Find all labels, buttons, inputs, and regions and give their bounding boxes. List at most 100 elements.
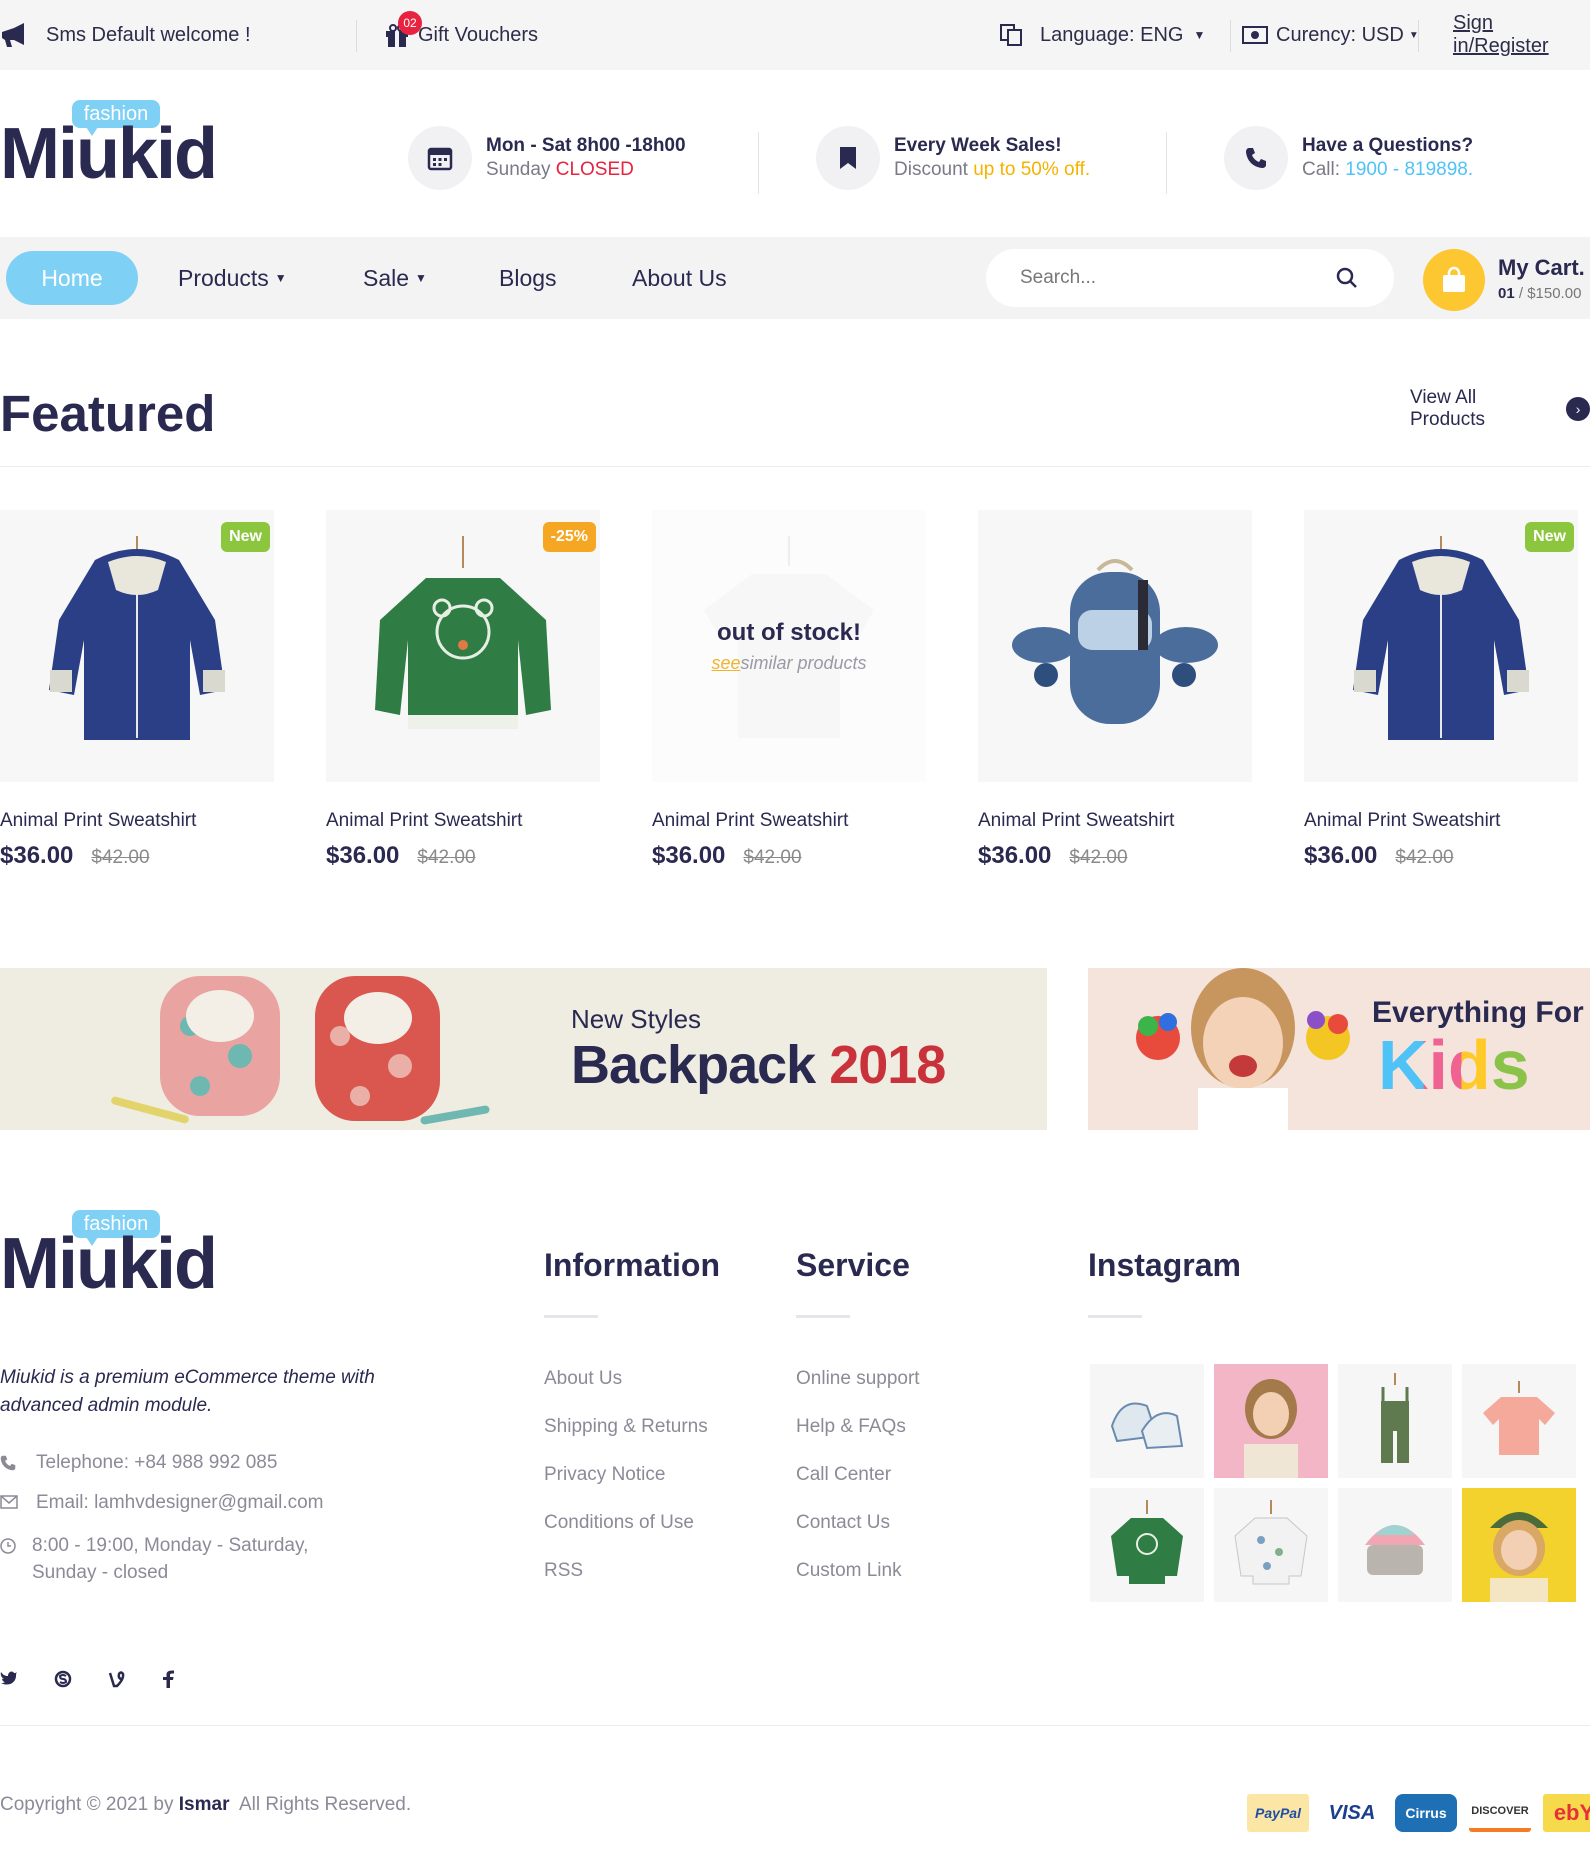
cart-button[interactable] xyxy=(1423,249,1485,311)
gift-vouchers-link[interactable]: 02 Gift Vouchers xyxy=(384,0,538,70)
product-old-price: $42.00 xyxy=(417,847,476,868)
product-image[interactable]: out of stock! seesimilar products xyxy=(652,510,926,782)
product-image[interactable]: New xyxy=(1304,510,1578,782)
welcome-message: Sms Default welcome ! xyxy=(0,0,251,70)
footer-email[interactable]: Email: lamhvdesigner@gmail.com xyxy=(0,1492,324,1514)
calendar-icon xyxy=(408,126,472,190)
instagram-photo[interactable] xyxy=(1214,1488,1328,1602)
twitter-icon[interactable] xyxy=(0,1670,20,1690)
footer-logo[interactable]: fashion Miukid xyxy=(0,1210,218,1305)
footer-link-online-support[interactable]: Online support xyxy=(796,1368,920,1416)
nav-sale[interactable]: Sale ▼ xyxy=(363,251,427,305)
discount-line: Discount up to 50% off. xyxy=(894,159,1091,180)
product-name[interactable]: Animal Print Sweatshirt xyxy=(652,810,926,832)
cirrus-logo: Cirrus xyxy=(1395,1794,1457,1832)
instagram-photo[interactable] xyxy=(1214,1364,1328,1478)
kids-banner-subtitle: Everything For xyxy=(1372,996,1584,1029)
product-price: $36.00 xyxy=(0,842,74,869)
instagram-photo[interactable] xyxy=(1462,1488,1576,1602)
divider xyxy=(758,132,759,194)
envelope-icon xyxy=(0,1495,20,1509)
product-old-price: $42.00 xyxy=(91,847,150,868)
nav-blogs[interactable]: Blogs xyxy=(499,251,557,305)
similar-products-link[interactable]: seesimilar products xyxy=(711,653,866,674)
product-name[interactable]: Animal Print Sweatshirt xyxy=(1304,810,1578,832)
contact-info: Have a Questions? Call: 1900 - 819898. xyxy=(1224,124,1473,192)
view-all-products-link[interactable]: View All Products › xyxy=(1410,387,1590,430)
product-card[interactable]: Animal Print Sweatshirt $36.00 $42.00 xyxy=(978,510,1252,870)
nav-about-us[interactable]: About Us xyxy=(632,251,727,305)
clock-icon xyxy=(0,1538,16,1554)
payment-methods: PayPal VISA Cirrus DISCOVER ebY xyxy=(1235,1794,1590,1832)
divider xyxy=(356,20,357,52)
footer-link-shipping[interactable]: Shipping & Returns xyxy=(544,1416,708,1464)
ebay-logo: ebY xyxy=(1543,1794,1590,1832)
product-card[interactable]: New Animal Print Sweatshirt $36.00 $42.0… xyxy=(1304,510,1578,870)
service-list: Online support Help & FAQs Call Center C… xyxy=(796,1368,920,1608)
phone-icon xyxy=(0,1455,20,1471)
footer-link-rss[interactable]: RSS xyxy=(544,1560,708,1608)
chevron-down-icon: ▼ xyxy=(1193,28,1206,42)
banner-subtitle: New Styles xyxy=(571,1004,702,1034)
out-of-stock-overlay: out of stock! seesimilar products xyxy=(652,510,926,782)
search-input[interactable]: Search... xyxy=(986,249,1394,307)
divider xyxy=(0,1725,1590,1726)
instagram-photo[interactable] xyxy=(1462,1364,1576,1478)
product-prices: $36.00 $42.00 xyxy=(652,842,926,870)
currency-selector[interactable]: Curency: USD ▼ xyxy=(1242,0,1419,70)
product-name[interactable]: Animal Print Sweatshirt xyxy=(0,810,274,832)
vine-icon[interactable] xyxy=(108,1670,128,1690)
site-logo[interactable]: fashion Miukid xyxy=(0,100,218,195)
product-image[interactable]: -25% xyxy=(326,510,600,782)
footer-link-call-center[interactable]: Call Center xyxy=(796,1464,920,1512)
sales-line: Every Week Sales! xyxy=(894,135,1062,156)
footer-description: Miukid is a premium eCommerce theme with… xyxy=(0,1367,375,1416)
skype-icon[interactable] xyxy=(54,1670,74,1690)
product-name[interactable]: Animal Print Sweatshirt xyxy=(326,810,600,832)
footer-link-custom[interactable]: Custom Link xyxy=(796,1560,920,1608)
search-icon[interactable] xyxy=(1336,267,1358,289)
translate-icon xyxy=(1000,24,1022,46)
closed-label: CLOSED xyxy=(555,159,634,180)
product-card[interactable]: -25% Animal Print Sweatshirt $36.00 $42.… xyxy=(326,510,600,870)
facebook-icon[interactable] xyxy=(162,1670,182,1690)
top-bar: Sms Default welcome ! 02 Gift Vouchers L… xyxy=(0,0,1590,70)
product-name[interactable]: Animal Print Sweatshirt xyxy=(978,810,1252,832)
gift-vouchers-label: Gift Vouchers xyxy=(418,23,539,46)
questions-line: Have a Questions? xyxy=(1302,135,1474,156)
phone-number[interactable]: 1900 - 819898. xyxy=(1345,159,1473,180)
instagram-photo[interactable] xyxy=(1090,1364,1204,1478)
footer-link-privacy[interactable]: Privacy Notice xyxy=(544,1464,708,1512)
nav-products[interactable]: Products ▼ xyxy=(178,251,287,305)
sign-in-register-link[interactable]: Sign in/Register xyxy=(1453,0,1590,70)
backpacks-image xyxy=(111,976,490,1125)
service-title: Service xyxy=(796,1247,910,1283)
copyright-brand[interactable]: Ismar xyxy=(179,1794,230,1815)
product-card[interactable]: out of stock! seesimilar products Animal… xyxy=(652,510,926,870)
product-prices: $36.00 $42.00 xyxy=(0,842,274,870)
instagram-photo[interactable] xyxy=(1338,1364,1452,1478)
call-line: Call: 1900 - 819898. xyxy=(1302,159,1474,180)
product-image[interactable] xyxy=(978,510,1252,782)
gift-count-badge: 02 xyxy=(398,11,422,35)
instagram-photo[interactable] xyxy=(1090,1488,1204,1602)
instagram-photo[interactable] xyxy=(1338,1488,1452,1602)
product-old-price: $42.00 xyxy=(743,847,802,868)
cart-count: 01 xyxy=(1498,285,1515,302)
language-label: Language: ENG xyxy=(1040,23,1184,46)
footer-telephone: Telephone: +84 988 992 085 xyxy=(0,1452,277,1474)
footer-link-contact[interactable]: Contact Us xyxy=(796,1512,920,1560)
footer-link-help[interactable]: Help & FAQs xyxy=(796,1416,920,1464)
language-selector[interactable]: Language: ENG ▼ xyxy=(1000,0,1205,70)
footer-link-conditions[interactable]: Conditions of Use xyxy=(544,1512,708,1560)
nav-home[interactable]: Home xyxy=(6,251,138,305)
divider xyxy=(1230,20,1231,52)
product-card[interactable]: New Animal Print Sweatshirt $36.00 $42.0… xyxy=(0,510,274,870)
footer-link-about-us[interactable]: About Us xyxy=(544,1368,708,1416)
cart-title[interactable]: My Cart. xyxy=(1498,255,1585,281)
bookmark-icon xyxy=(816,126,880,190)
new-badge: New xyxy=(1525,522,1574,552)
product-image[interactable]: New xyxy=(0,510,274,782)
logo-wordmark: Miukid xyxy=(0,114,218,194)
megaphone-icon xyxy=(0,23,30,47)
